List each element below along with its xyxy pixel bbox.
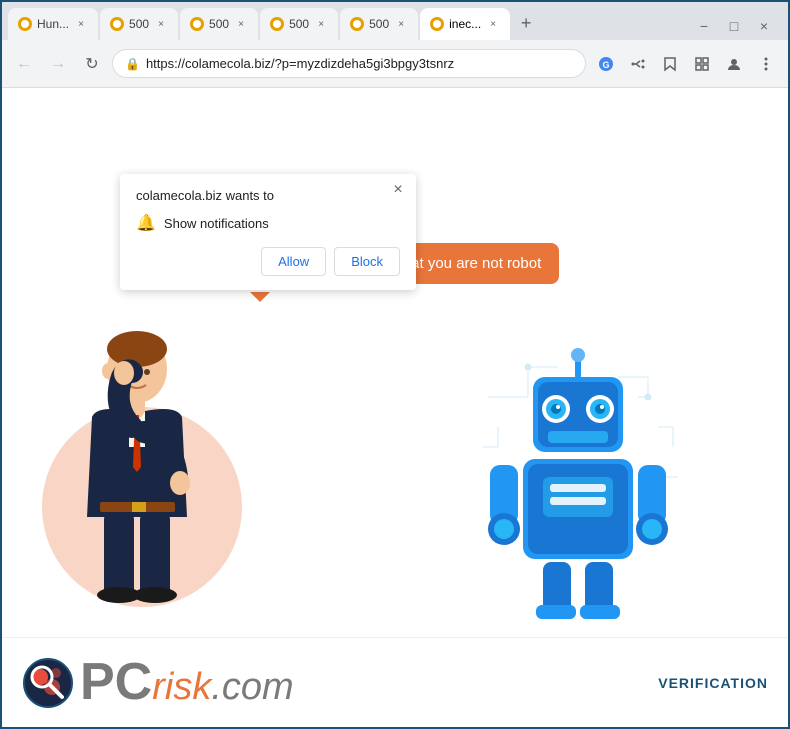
block-button[interactable]: Block xyxy=(334,247,400,276)
tab-bar: Hun... × 500 × 500 × 500 × xyxy=(2,2,788,40)
robot-svg xyxy=(478,347,678,627)
tab-5-favicon xyxy=(430,17,444,31)
lock-icon: 🔒 xyxy=(125,57,140,71)
refresh-button[interactable]: ↻ xyxy=(78,50,106,78)
address-bar: ← → ↻ 🔒 https://colamecola.biz/?p=myzdiz… xyxy=(2,40,788,88)
tab-grid-icon-btn[interactable] xyxy=(688,50,716,78)
tab-2-label: 500 xyxy=(209,17,229,31)
tab-1-close[interactable]: × xyxy=(154,17,168,31)
tab-4[interactable]: 500 × xyxy=(340,8,418,40)
robot-illustration xyxy=(478,347,678,627)
tab-0-close[interactable]: × xyxy=(74,17,88,31)
forward-button[interactable]: → xyxy=(44,50,72,78)
page-content: × colamecola.biz wants to 🔔 Show notific… xyxy=(2,88,788,727)
minimize-button[interactable]: − xyxy=(690,16,718,36)
logo-com-text: .com xyxy=(211,666,293,708)
tab-0[interactable]: Hun... × xyxy=(8,8,98,40)
logo-risk-text: risk xyxy=(152,666,211,708)
tab-3-label: 500 xyxy=(289,17,309,31)
svg-text:G: G xyxy=(602,60,609,70)
address-text: https://colamecola.biz/?p=myzdizdeha5gi3… xyxy=(146,56,573,71)
address-input[interactable]: 🔒 https://colamecola.biz/?p=myzdizdeha5g… xyxy=(112,49,586,78)
popup-notification-row: 🔔 Show notifications xyxy=(136,213,400,233)
tab-2-favicon xyxy=(190,17,204,31)
logo-pc-text: PC xyxy=(80,653,152,711)
close-button[interactable]: × xyxy=(750,16,778,36)
tab-0-favicon xyxy=(18,17,32,31)
share-icon-btn[interactable] xyxy=(624,50,652,78)
popup-buttons: Allow Block xyxy=(136,247,400,276)
google-icon-btn[interactable]: G xyxy=(592,50,620,78)
tab-0-label: Hun... xyxy=(37,17,69,31)
account-icon-btn[interactable] xyxy=(720,50,748,78)
tab-5-close[interactable]: × xyxy=(486,17,500,31)
more-icon-btn[interactable] xyxy=(752,50,780,78)
address-actions: G xyxy=(592,50,780,78)
maximize-button[interactable]: □ xyxy=(720,16,748,36)
tab-3-close[interactable]: × xyxy=(314,17,328,31)
back-button[interactable]: ← xyxy=(10,50,38,78)
person-illustration xyxy=(32,317,252,627)
page-footer: PCrisk.com VERIFICATION xyxy=(2,637,788,727)
popup-close-button[interactable]: × xyxy=(388,180,408,200)
tab-5[interactable]: inec... × xyxy=(420,8,510,40)
tab-4-favicon xyxy=(350,17,364,31)
logo-text: PCrisk.com xyxy=(80,656,294,709)
bookmark-icon-btn[interactable] xyxy=(656,50,684,78)
tab-5-label: inec... xyxy=(449,17,481,31)
notification-popup: × colamecola.biz wants to 🔔 Show notific… xyxy=(120,174,416,290)
new-tab-button[interactable]: + xyxy=(512,9,540,37)
tab-3[interactable]: 500 × xyxy=(260,8,338,40)
verification-label: VERIFICATION xyxy=(658,675,768,691)
allow-button[interactable]: Allow xyxy=(261,247,326,276)
tab-1-label: 500 xyxy=(129,17,149,31)
window-controls: − □ × xyxy=(690,16,782,40)
tab-2-close[interactable]: × xyxy=(234,17,248,31)
person-svg xyxy=(32,317,232,627)
tab-1-favicon xyxy=(110,17,124,31)
tab-1[interactable]: 500 × xyxy=(100,8,178,40)
tab-4-label: 500 xyxy=(369,17,389,31)
bell-icon: 🔔 xyxy=(136,213,156,233)
popup-title: colamecola.biz wants to xyxy=(136,188,400,203)
tab-4-close[interactable]: × xyxy=(394,17,408,31)
pcrisk-logo-icon xyxy=(22,657,74,709)
tab-2[interactable]: 500 × xyxy=(180,8,258,40)
tab-3-favicon xyxy=(270,17,284,31)
popup-notification-text: Show notifications xyxy=(164,216,269,231)
browser-window: Hun... × 500 × 500 × 500 × xyxy=(0,0,790,729)
pcrisk-logo: PCrisk.com xyxy=(22,656,294,709)
